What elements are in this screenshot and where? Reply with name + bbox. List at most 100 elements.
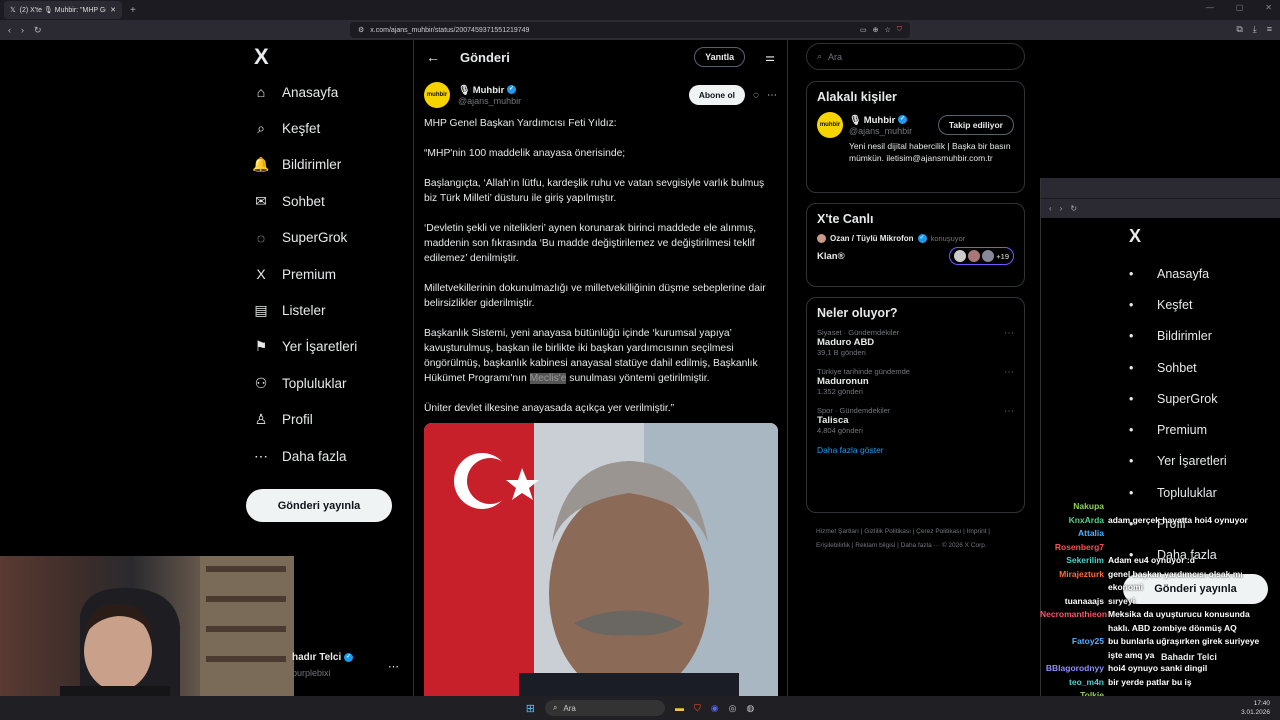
sidebar-item[interactable]: • Keşfet: [1129, 289, 1227, 320]
avatar[interactable]: muhbir: [424, 82, 450, 108]
sidebar-item[interactable]: • Anasayfa: [1129, 258, 1227, 289]
chat-message: teo_m4n bir yerde patlar bu iş: [1040, 676, 1280, 690]
reload-icon[interactable]: ↻: [1070, 204, 1077, 213]
reply-button[interactable]: Yanıtla: [694, 47, 746, 67]
maximize-icon[interactable]: ▢: [1236, 3, 1244, 12]
search-input[interactable]: ⌕ Ara: [806, 43, 1025, 70]
account-user-name[interactable]: hadır Telci ✓: [292, 652, 354, 663]
account-menu-icon[interactable]: ⋯: [388, 660, 399, 673]
show-more-link[interactable]: Daha fazla göster: [817, 445, 1014, 455]
author-handle[interactable]: @ajans_muhbir: [458, 96, 521, 106]
trend-item[interactable]: Türkiye tarihinde gündemde Maduronun 1.352…: [817, 367, 1014, 396]
sidebar-item[interactable]: • Sohbet: [1129, 352, 1227, 383]
new-tab-button[interactable]: +: [130, 5, 136, 16]
site-info-icon[interactable]: ⚙: [358, 26, 364, 34]
sidebar-item[interactable]: ⚇ Topluluklar: [246, 365, 406, 401]
sidebar-item[interactable]: ⚑ Yer İşaretleri: [246, 329, 406, 365]
sidebar-item[interactable]: • Premium: [1129, 414, 1227, 445]
related-name[interactable]: 🎙 Muhbir: [849, 115, 895, 126]
sidebar-item[interactable]: • Bildirimler: [1129, 321, 1227, 352]
sidebar-item[interactable]: ✉ Sohbet: [246, 183, 406, 219]
trend-item[interactable]: Spor · Gündemdekiler Talisca 4.804 gönderi…: [817, 406, 1014, 435]
sidebar-item-label: Bildirimler: [1157, 329, 1212, 344]
forward-icon[interactable]: ›: [1060, 204, 1063, 213]
sidebar-item[interactable]: ⋯ Daha fazla: [246, 438, 406, 474]
card-title: Neler oluyor?: [817, 306, 898, 320]
listeners-pill[interactable]: +19: [949, 247, 1014, 265]
post-photo[interactable]: [424, 423, 778, 696]
zoom-icon[interactable]: ⊕: [873, 26, 879, 34]
footer-links[interactable]: Hizmet Şartları | Gizlilik Politikası | …: [816, 525, 1016, 553]
more-options-icon[interactable]: ⋯: [1004, 367, 1014, 396]
sidebar-item[interactable]: • Yer İşaretleri: [1129, 446, 1227, 477]
more-options-icon[interactable]: ⋯: [767, 90, 777, 101]
related-handle[interactable]: @ajans_muhbir: [849, 126, 932, 136]
post-button[interactable]: Gönderi yayınla: [246, 489, 392, 522]
reload-icon[interactable]: ↻: [34, 25, 42, 36]
trend-context: Türkiye tarihinde gündemde: [817, 367, 910, 376]
sidebar-item[interactable]: ▤ Listeler: [246, 292, 406, 328]
brave-shield-icon[interactable]: ⛉: [897, 26, 902, 34]
avatar: [968, 250, 981, 262]
back-arrow-icon[interactable]: ←: [426, 49, 440, 65]
author-name[interactable]: 🎙 Muhbir: [458, 85, 504, 96]
windows-start-icon[interactable]: ⊞: [526, 702, 535, 715]
settings-sliders-icon[interactable]: ⚌: [765, 51, 775, 64]
close-tab-icon[interactable]: ✕: [110, 6, 116, 14]
sidebar-item[interactable]: ◌ SuperGrok: [246, 220, 406, 256]
sidebar-item[interactable]: ⌕ Keşfet: [246, 110, 406, 146]
trend-count: 4.804 gönderi: [817, 426, 863, 435]
back-icon[interactable]: ‹: [1049, 204, 1052, 213]
file-explorer-icon[interactable]: ▬: [675, 703, 684, 713]
page-title: Gönderi: [460, 49, 510, 65]
menu-icon[interactable]: ≡: [1267, 24, 1272, 35]
chat-text: bir yerde patlar bu iş: [1108, 676, 1192, 687]
back-icon[interactable]: ‹: [8, 25, 11, 35]
x-logo-icon[interactable]: X: [254, 44, 406, 74]
secondary-nav-bar: ‹ › ↻: [1041, 198, 1280, 218]
nav-icon: 🔔: [252, 156, 270, 173]
url-text[interactable]: x.com/ajans_muhbir/status/20074593715512…: [370, 27, 854, 34]
sidebar-item[interactable]: ♙ Profil: [246, 402, 406, 438]
obs-icon[interactable]: ◍: [746, 703, 754, 714]
sidebar-item[interactable]: ⌂ Anasayfa: [246, 74, 406, 110]
discord-icon[interactable]: ◉: [711, 703, 719, 714]
grok-icon[interactable]: ◌: [753, 90, 759, 101]
chat-username: teo_m4n: [1069, 676, 1104, 687]
subscribe-button[interactable]: Abone ol: [688, 85, 746, 105]
related-people-card: Alakalı kişiler muhbir 🎙 Muhbir ✓ @ajans…: [806, 81, 1025, 193]
minimize-icon[interactable]: —: [1206, 3, 1214, 12]
close-window-icon[interactable]: ✕: [1265, 3, 1272, 12]
bookmark-star-icon[interactable]: ☆: [884, 26, 890, 34]
reader-view-icon[interactable]: ▭: [860, 26, 867, 34]
verified-badge-icon: ✓: [344, 652, 354, 662]
system-clock[interactable]: 17:40 3.01.2026: [1241, 699, 1270, 717]
address-bar[interactable]: ⚙ x.com/ajans_muhbir/status/200745937155…: [350, 22, 910, 38]
avatar[interactable]: muhbir: [817, 112, 843, 138]
download-icon[interactable]: ⤓: [1253, 24, 1257, 35]
brave-browser-icon[interactable]: ⛉: [694, 703, 701, 714]
chat-username: Nakupa: [1073, 501, 1104, 511]
sidebar-item[interactable]: • SuperGrok: [1129, 383, 1227, 414]
live-card[interactable]: X'te Canlı Ozan / Tüylü Mikrofon ✓ konuş…: [806, 203, 1025, 287]
taskbar-search[interactable]: ⌕ Ara: [544, 700, 665, 716]
x-logo-icon[interactable]: X: [1129, 226, 1141, 247]
trend-item[interactable]: Siyaset · Gündemdekiler Maduro ABD 39,1 B …: [817, 328, 1014, 357]
chat-text: [1108, 500, 1280, 514]
forward-icon[interactable]: ›: [21, 25, 24, 35]
chat-message: ekonomi: [1040, 581, 1280, 595]
more-options-icon[interactable]: ⋯: [1004, 328, 1014, 357]
nav-icon: •: [1129, 266, 1134, 281]
extensions-icon[interactable]: ⧉: [1236, 24, 1242, 35]
trend-count: 39,1 B gönderi: [817, 348, 866, 357]
sidebar-item[interactable]: 🔔 Bildirimler: [246, 147, 406, 183]
browser-tab[interactable]: 𝕏 (2) X'te 🎙 Muhbir: "MHP Genel ✕: [4, 1, 122, 19]
following-button[interactable]: Takip ediliyor: [937, 115, 1014, 135]
steam-icon[interactable]: ◎: [729, 703, 737, 714]
more-options-icon[interactable]: ⋯: [1004, 406, 1014, 435]
clock-time: 17:40: [1253, 700, 1270, 707]
sidebar-item[interactable]: X Premium: [246, 256, 406, 292]
chat-message: işte amq ya: [1040, 649, 1280, 663]
account-user-handle[interactable]: purplebixi: [292, 668, 331, 678]
sidebar-item-label: SuperGrok: [1157, 391, 1218, 406]
